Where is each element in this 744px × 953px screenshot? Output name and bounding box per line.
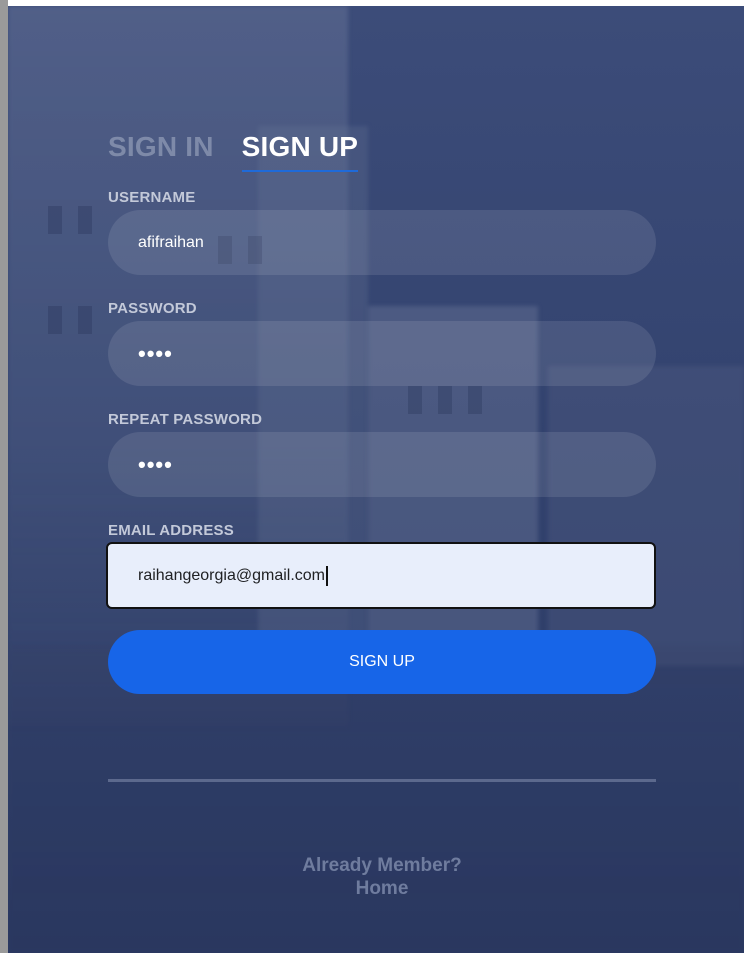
page: SIGN IN SIGN UP USERNAME afifraihan PASS… xyxy=(0,0,744,953)
repeat-password-label: REPEAT PASSWORD xyxy=(108,411,263,428)
already-member-text: Already Member? xyxy=(302,855,462,876)
divider xyxy=(108,779,656,782)
signup-form: SIGN IN SIGN UP USERNAME afifraihan PASS… xyxy=(106,6,656,953)
sign-up-button[interactable]: SIGN UP xyxy=(108,630,656,694)
username-label: USERNAME xyxy=(108,189,196,206)
window-edge xyxy=(0,0,8,953)
password-label: PASSWORD xyxy=(108,300,197,317)
email-value: raihangeorgia@gmail.com xyxy=(138,566,325,584)
tab-sign-in[interactable]: SIGN IN xyxy=(108,130,214,170)
password-value: •••• xyxy=(138,340,173,366)
password-input[interactable]: •••• xyxy=(108,321,656,386)
email-label: EMAIL ADDRESS xyxy=(108,522,234,539)
auth-tabs: SIGN IN SIGN UP xyxy=(108,130,359,176)
login-card: SIGN IN SIGN UP USERNAME afifraihan PASS… xyxy=(8,6,744,953)
repeat-password-value: •••• xyxy=(138,451,173,477)
repeat-password-input[interactable]: •••• xyxy=(108,432,656,497)
footer: Already Member? Home xyxy=(108,854,656,900)
text-caret xyxy=(326,565,328,586)
username-input[interactable]: afifraihan xyxy=(108,210,656,275)
username-value: afifraihan xyxy=(138,233,204,251)
home-link[interactable]: Home xyxy=(108,877,656,900)
tab-sign-up[interactable]: SIGN UP xyxy=(241,130,359,172)
email-input[interactable]: raihangeorgia@gmail.com xyxy=(106,542,656,609)
